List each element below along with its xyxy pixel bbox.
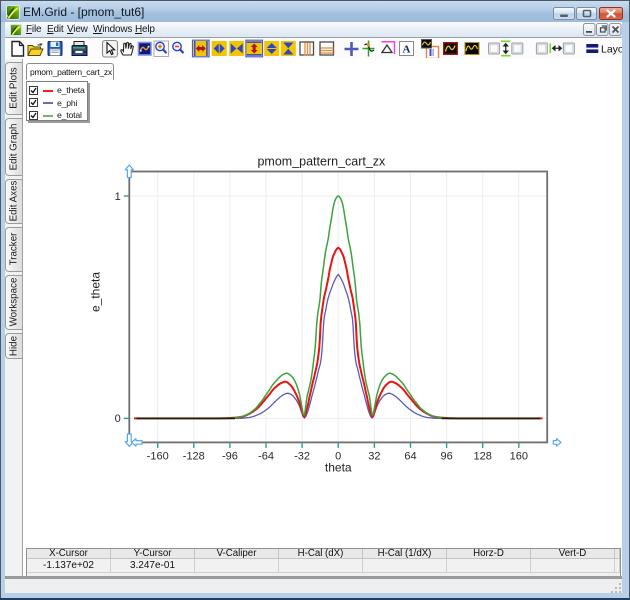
svg-text:-32: -32 bbox=[294, 451, 310, 463]
svg-text:1: 1 bbox=[115, 191, 121, 203]
svg-text:-96: -96 bbox=[222, 451, 238, 463]
svg-text:64: 64 bbox=[404, 451, 416, 463]
svg-text:32: 32 bbox=[368, 451, 380, 463]
svg-text:-160: -160 bbox=[147, 451, 169, 463]
svg-text:A: A bbox=[403, 44, 411, 56]
svg-text:pmom_pattern_cart_zx: pmom_pattern_cart_zx bbox=[257, 155, 386, 169]
svg-text:e_theta: e_theta bbox=[89, 272, 103, 312]
svg-text:128: 128 bbox=[474, 451, 492, 463]
svg-text:0: 0 bbox=[115, 413, 121, 425]
svg-text:96: 96 bbox=[440, 451, 452, 463]
svg-text:-128: -128 bbox=[183, 451, 205, 463]
svg-text:Layout: Layout bbox=[601, 44, 622, 56]
svg-text:theta: theta bbox=[325, 461, 352, 475]
svg-text:160: 160 bbox=[510, 451, 528, 463]
svg-text:-64: -64 bbox=[258, 451, 274, 463]
